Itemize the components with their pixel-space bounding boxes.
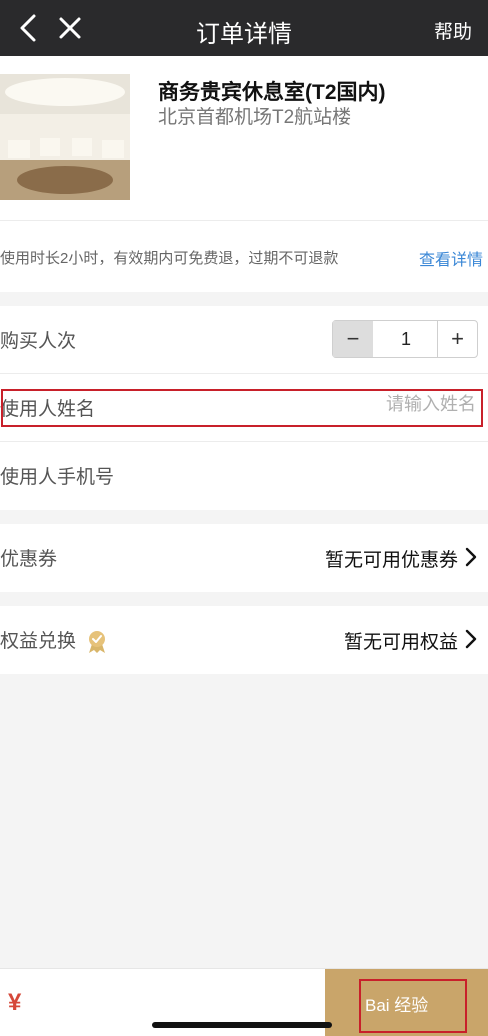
refund-policy: 使用时长2小时，有效期内可免费退，过期不可退款 查看详情: [0, 220, 488, 292]
price-currency: ¥: [8, 989, 22, 1016]
coupon-label: 优惠券: [0, 549, 58, 570]
lounge-location: 北京首都机场T2航站楼: [158, 107, 352, 128]
rights-row[interactable]: 权益兑换 暂无可用权益: [0, 606, 488, 674]
quantity-label: 购买人次: [0, 331, 77, 352]
coupon-value: 暂无可用优惠券: [324, 550, 458, 571]
rights-card: 权益兑换 暂无可用权益: [0, 606, 488, 674]
badge-icon: [89, 631, 105, 653]
lounge-photo: [0, 74, 130, 200]
coupon-row[interactable]: 优惠券 暂无可用优惠券: [0, 524, 488, 592]
page-title: 订单详情: [196, 21, 292, 48]
pay-button-label: Bai 经验: [365, 996, 429, 1015]
view-details-link[interactable]: 查看详情: [419, 246, 483, 270]
name-field-highlight: [1, 389, 483, 427]
help-button[interactable]: 帮助: [434, 17, 472, 44]
quantity-value: 1: [400, 329, 411, 349]
home-indicator: [152, 1022, 332, 1028]
policy-text: 使用时长2小时，有效期内可免费退，过期不可退款: [0, 250, 339, 267]
increment-button[interactable]: +: [437, 321, 477, 357]
quantity-stepper: − 1 +: [332, 320, 478, 358]
chevron-right-icon: [465, 629, 477, 649]
rights-value: 暂无可用权益: [343, 632, 458, 653]
product-card: 商务贵宾休息室(T2国内) 北京首都机场T2航站楼: [0, 56, 488, 220]
quantity-row: 购买人次 − 1 +: [0, 306, 488, 374]
coupon-card: 优惠券 暂无可用优惠券: [0, 524, 488, 592]
rights-label: 权益兑换: [0, 631, 77, 652]
decrement-button[interactable]: −: [333, 321, 373, 357]
user-phone-label: 使用人手机号: [0, 467, 115, 488]
user-phone-row[interactable]: 使用人手机号: [0, 442, 488, 510]
chevron-right-icon: [465, 547, 477, 567]
pay-button[interactable]: Bai 经验: [325, 969, 488, 1036]
nav-bar: 订单详情 帮助: [0, 0, 488, 56]
